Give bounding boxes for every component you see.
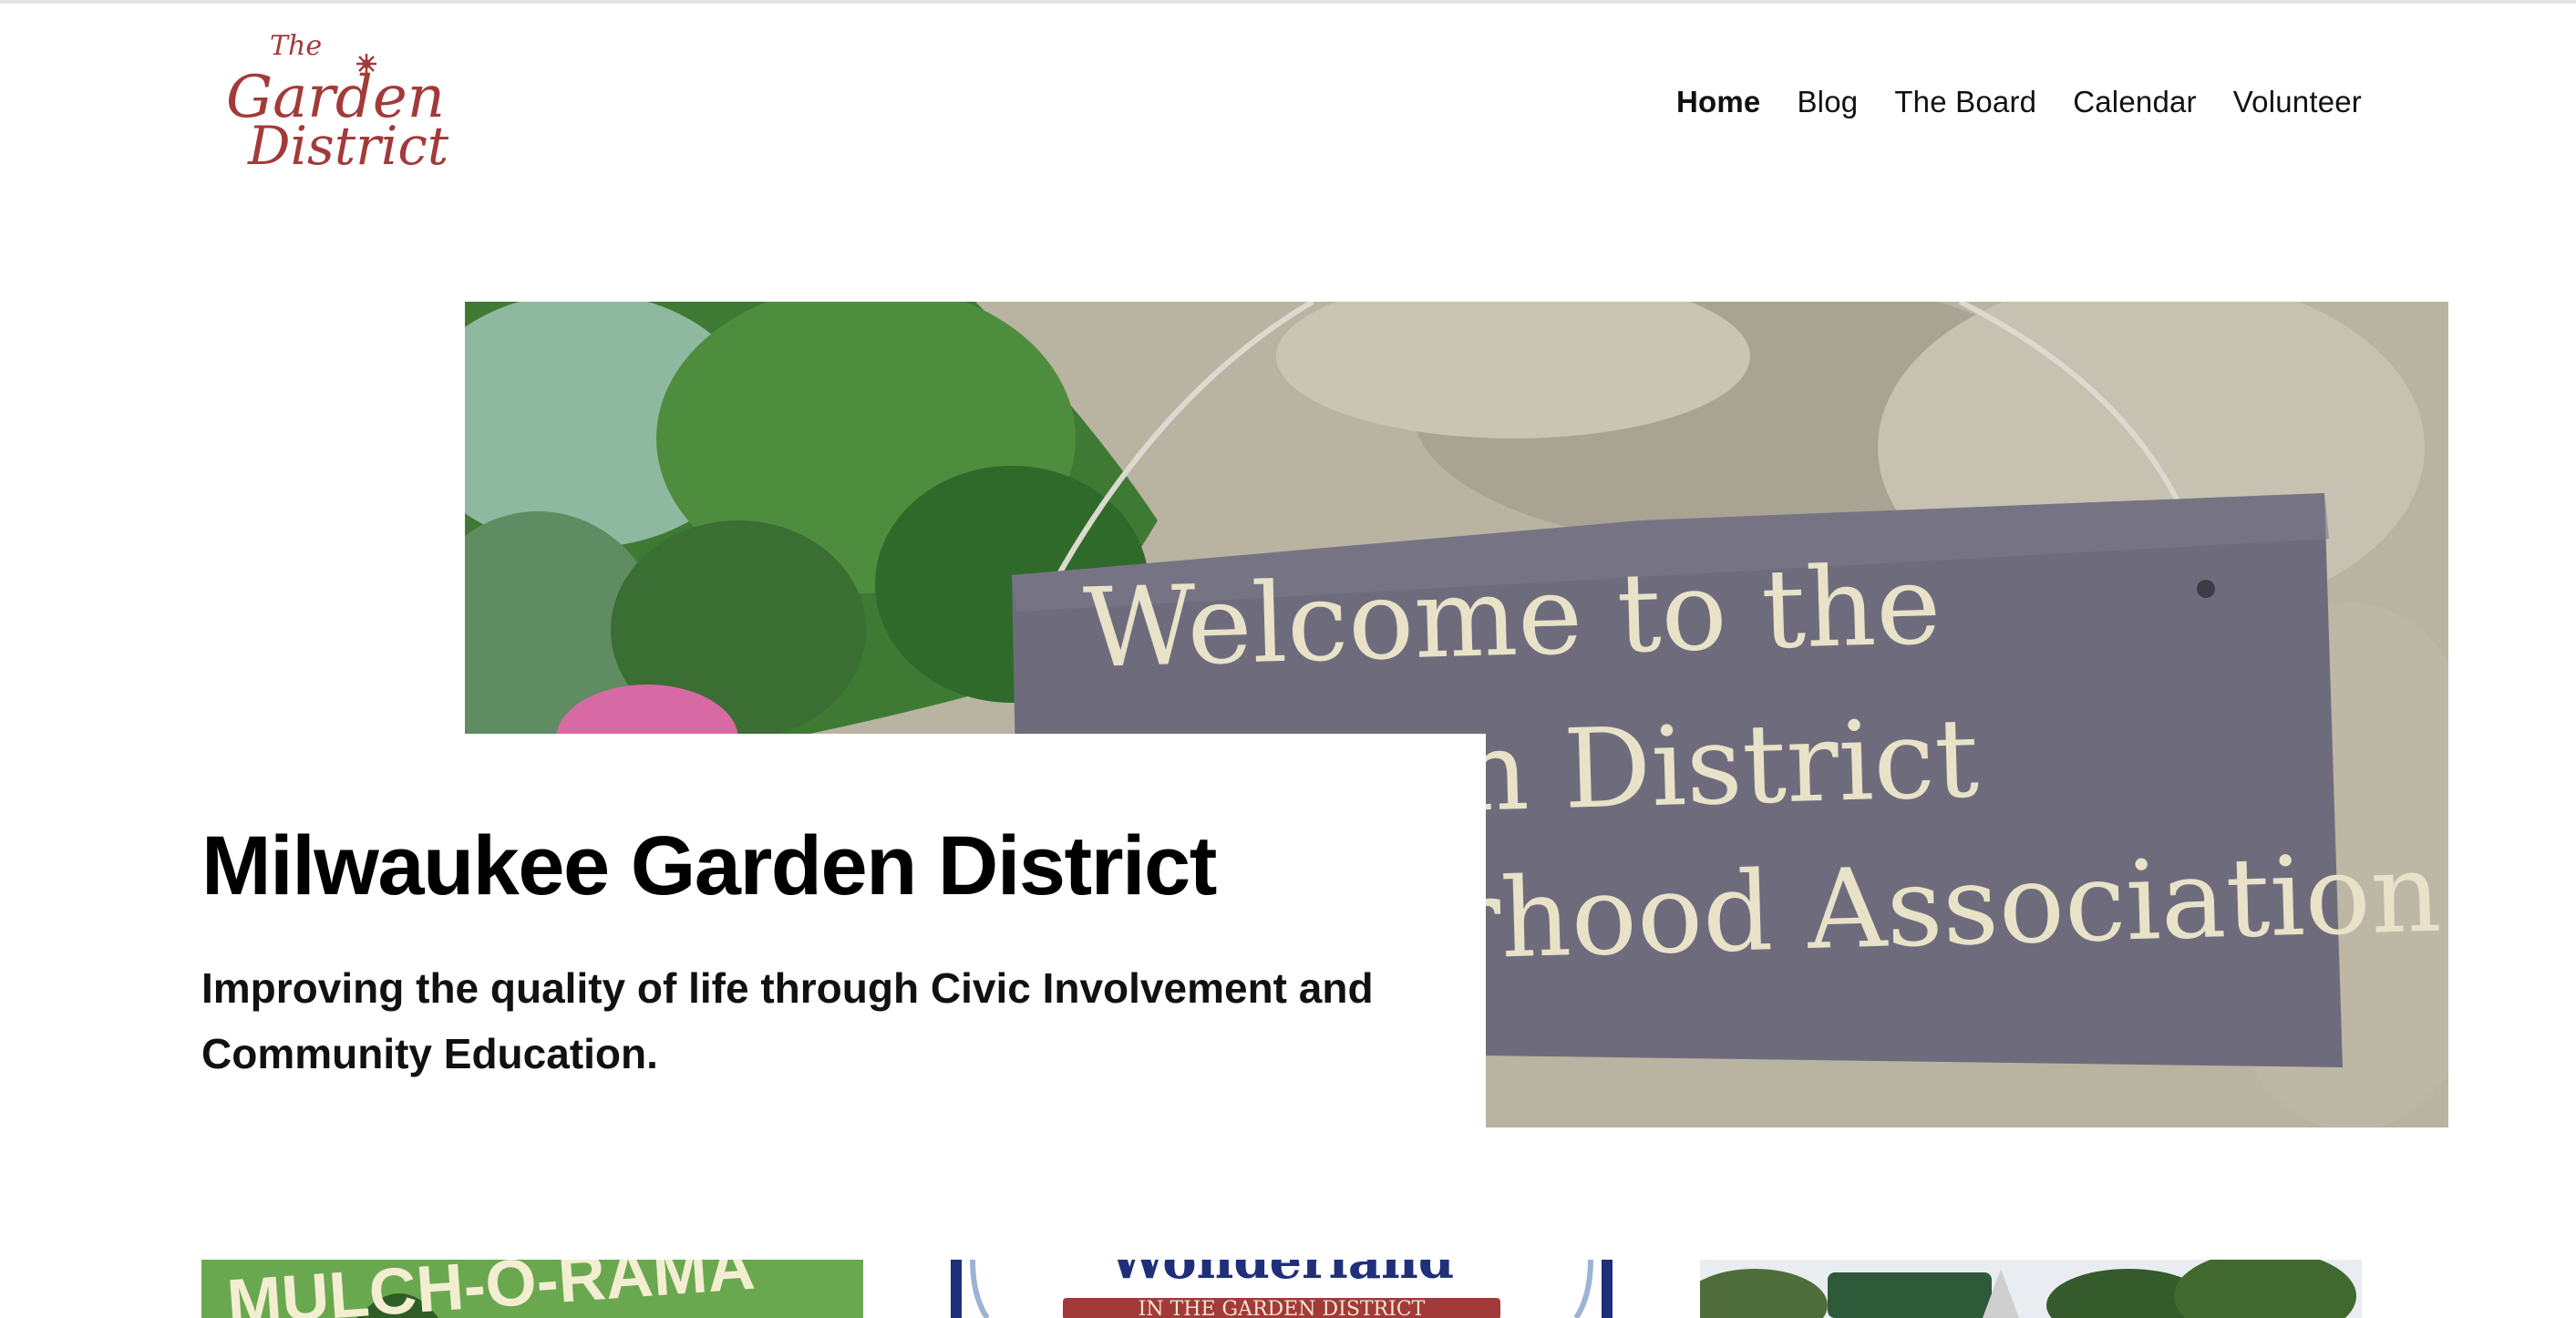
card-garden-photo[interactable] [1700,1260,2362,1318]
browser-top-border [0,0,2576,4]
nav-calendar[interactable]: Calendar [2073,80,2197,124]
nav-volunteer[interactable]: Volunteer [2233,80,2362,124]
logo-line-the: The [270,30,322,62]
logo-line-district: District [247,115,449,175]
nav-home[interactable]: Home [1676,80,1761,124]
nav-the-board[interactable]: The Board [1894,80,2036,124]
card-wonderland[interactable]: Wonderland IN THE GARDEN DISTRICT [951,1260,1613,1318]
site-logo[interactable]: The Garden District [217,26,463,175]
page-title: Milwaukee Garden District [201,819,1217,912]
main-nav: Home Blog The Board Calendar Volunteer [1676,80,2362,124]
card2-image-band: IN THE GARDEN DISTRICT [1139,1298,1426,1318]
sign-line-1: Welcome to the [1082,542,1942,693]
card2-image-title: Wonderland [1108,1260,1454,1291]
page-subtitle: Improving the quality of life through Ci… [201,964,1374,1077]
card-mulch-o-rama[interactable]: MULCH-O-RAMA [201,1260,863,1318]
nav-blog[interactable]: Blog [1797,80,1858,124]
flower-icon [356,54,376,74]
